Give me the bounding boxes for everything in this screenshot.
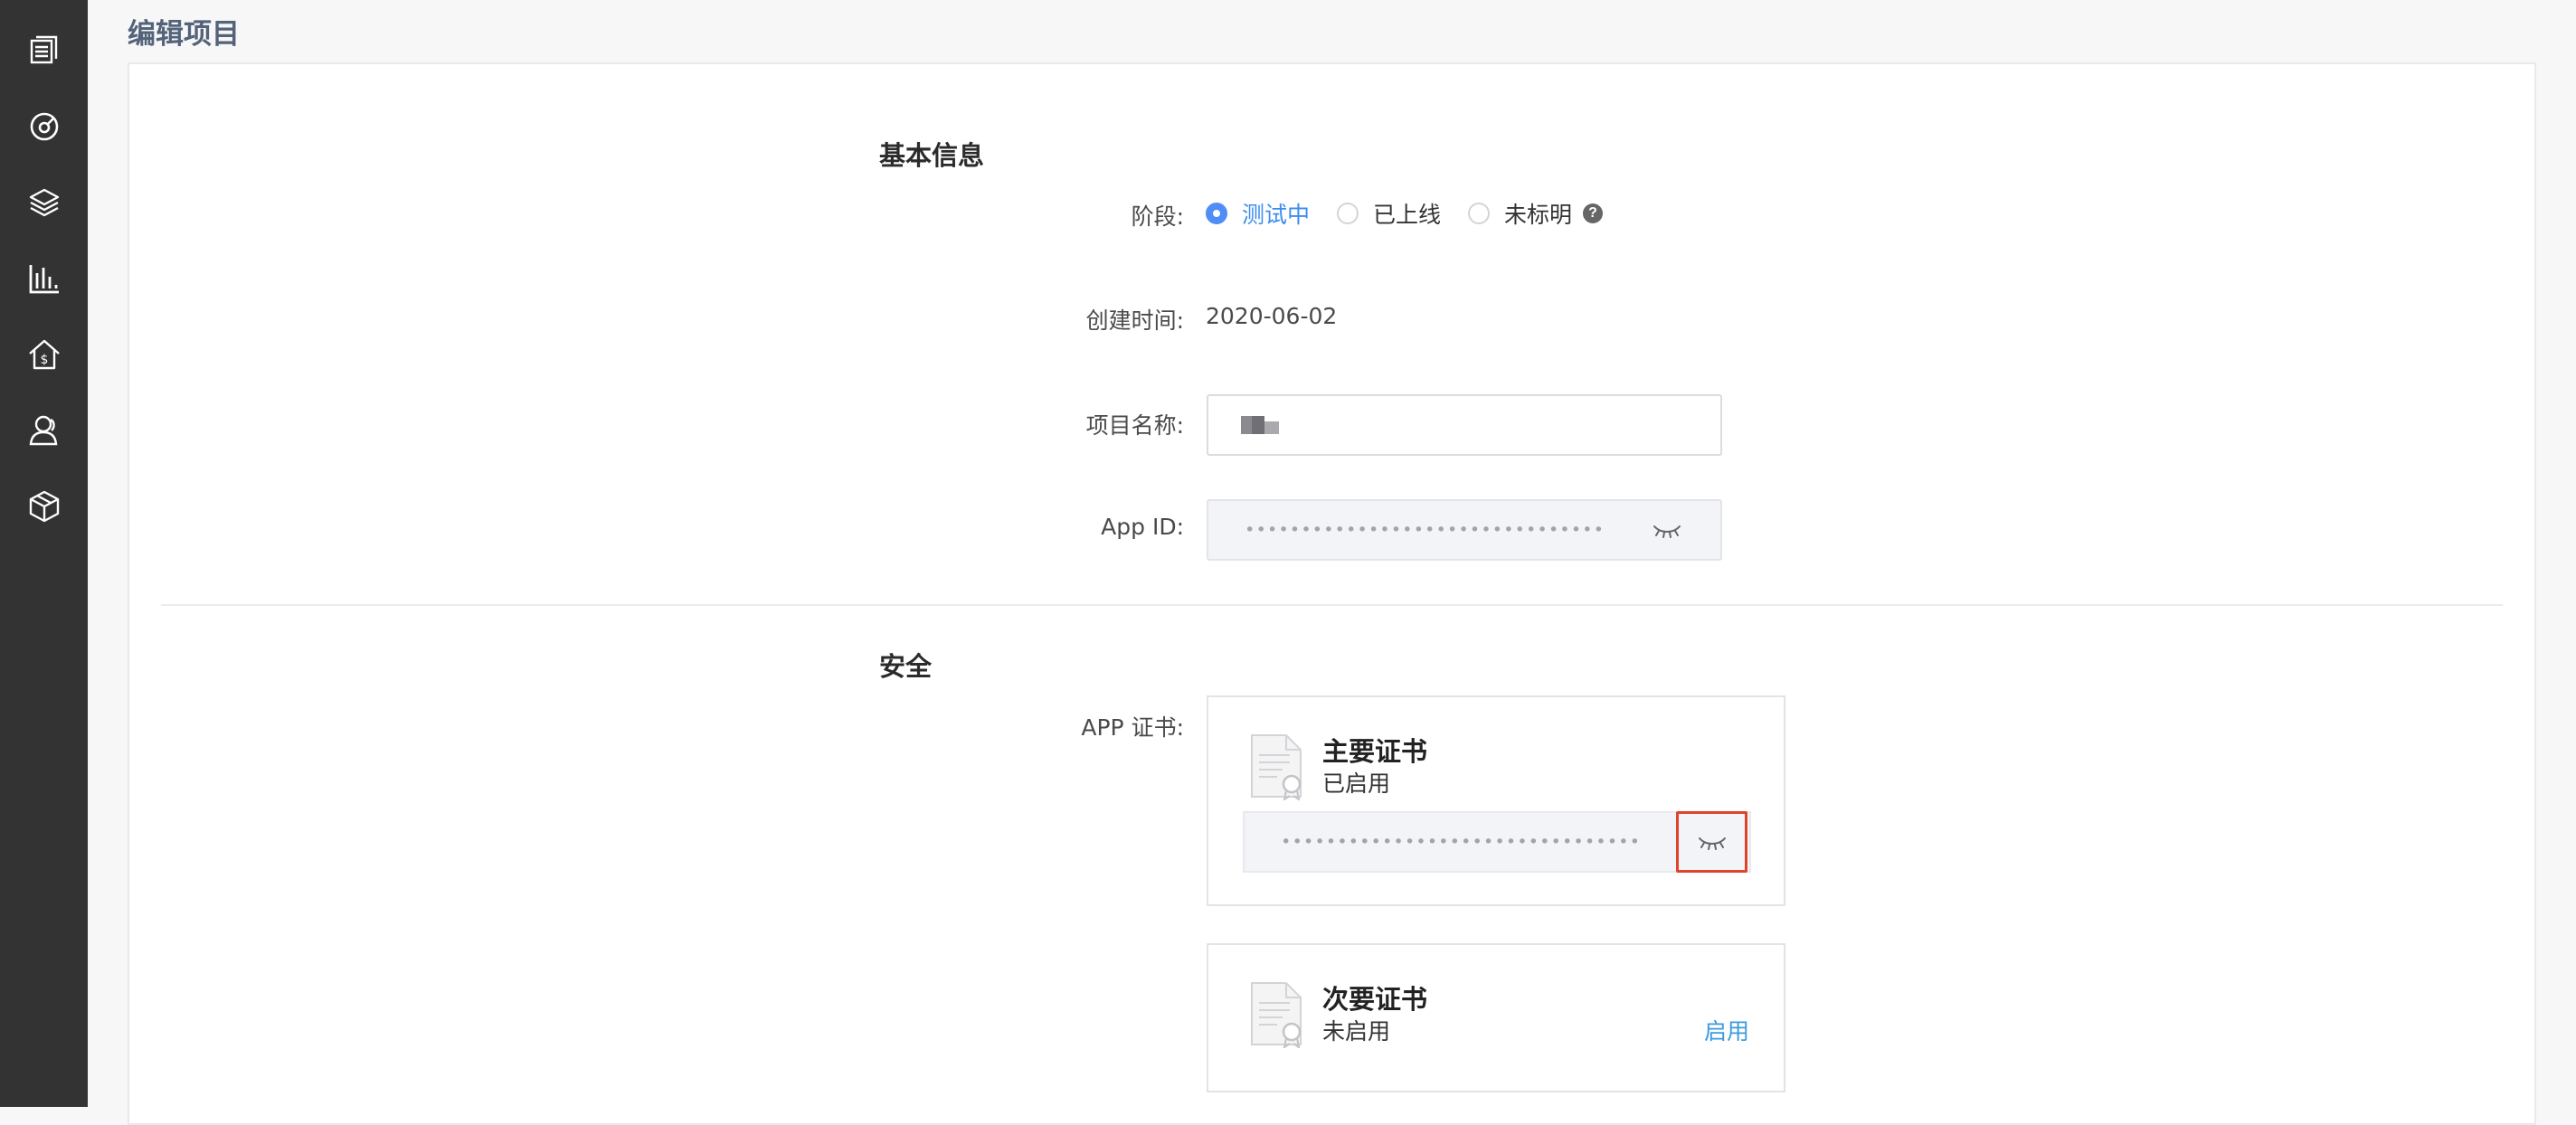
svg-text:$: $ [41,353,49,367]
project-name-input[interactable] [1207,394,1722,456]
radio-checked-icon[interactable] [1206,203,1227,224]
eye-closed-icon[interactable] [1649,516,1685,544]
stage-option-online[interactable]: 已上线 [1337,197,1441,230]
stage-option-label: 测试中 [1242,202,1311,228]
app-id-label: App ID: [1101,514,1184,540]
stage-option-unspecified[interactable]: 未标明 [1468,197,1572,230]
security-heading: 安全 [879,651,933,682]
radio-unchecked-icon[interactable] [1468,203,1491,224]
certificate-icon [1251,734,1302,800]
secondary-cert-title: 次要证书 [1322,984,1428,1015]
primary-cert-status: 已启用 [1322,770,1391,797]
stage-option-label: 已上线 [1373,202,1442,228]
dashboard-icon[interactable] [24,107,64,147]
section-divider [161,604,2503,606]
stage-option-testing[interactable]: 测试中 [1206,197,1310,230]
app-id-field: •••••••••••••••••••••••••••••••• [1207,499,1722,561]
created-time-value: 2020-06-02 [1206,303,1338,329]
certificate-icon [1251,982,1302,1048]
bar-chart-icon[interactable] [24,259,64,298]
created-time-label: 创建时间: [1085,307,1184,334]
radio-unchecked-icon[interactable] [1337,203,1359,224]
primary-cert-key-field: •••••••••••••••••••••••••••••••• [1243,811,1751,873]
stage-label: 阶段: [1131,203,1184,230]
project-name-label: 项目名称: [1085,412,1184,439]
secondary-cert-status: 未启用 [1322,1018,1391,1045]
documents-icon[interactable] [24,30,64,70]
primary-cert-title: 主要证书 [1322,736,1428,767]
enable-secondary-cert-link[interactable]: 启用 [1704,1014,1749,1046]
user-icon[interactable] [24,411,64,450]
page-title: 编辑项目 [128,18,240,51]
secondary-cert-card: 次要证书 未启用 启用 [1207,943,1785,1092]
basic-info-heading: 基本信息 [879,140,985,171]
app-id-masked-value: •••••••••••••••••••••••••••••••• [1245,520,1605,540]
stage-radio-group: 测试中 已上线 未标明 ? [1206,197,1604,230]
redacted-text [1241,416,1279,434]
primary-cert-card: 主要证书 已启用 •••••••••••••••••••••••••••••••… [1207,695,1785,906]
primary-cert-masked-key: •••••••••••••••••••••••••••••••• [1281,832,1642,852]
app-cert-label: APP 证书: [1081,714,1184,741]
stage-option-label: 未标明 [1504,202,1573,228]
billing-icon[interactable]: $ [24,335,64,374]
layers-icon[interactable] [24,183,64,222]
help-icon[interactable]: ? [1583,203,1604,223]
package-icon[interactable] [24,487,64,526]
reveal-key-button[interactable] [1676,811,1747,873]
eye-closed-icon [1698,837,1726,850]
sidebar: $ [0,0,88,1107]
